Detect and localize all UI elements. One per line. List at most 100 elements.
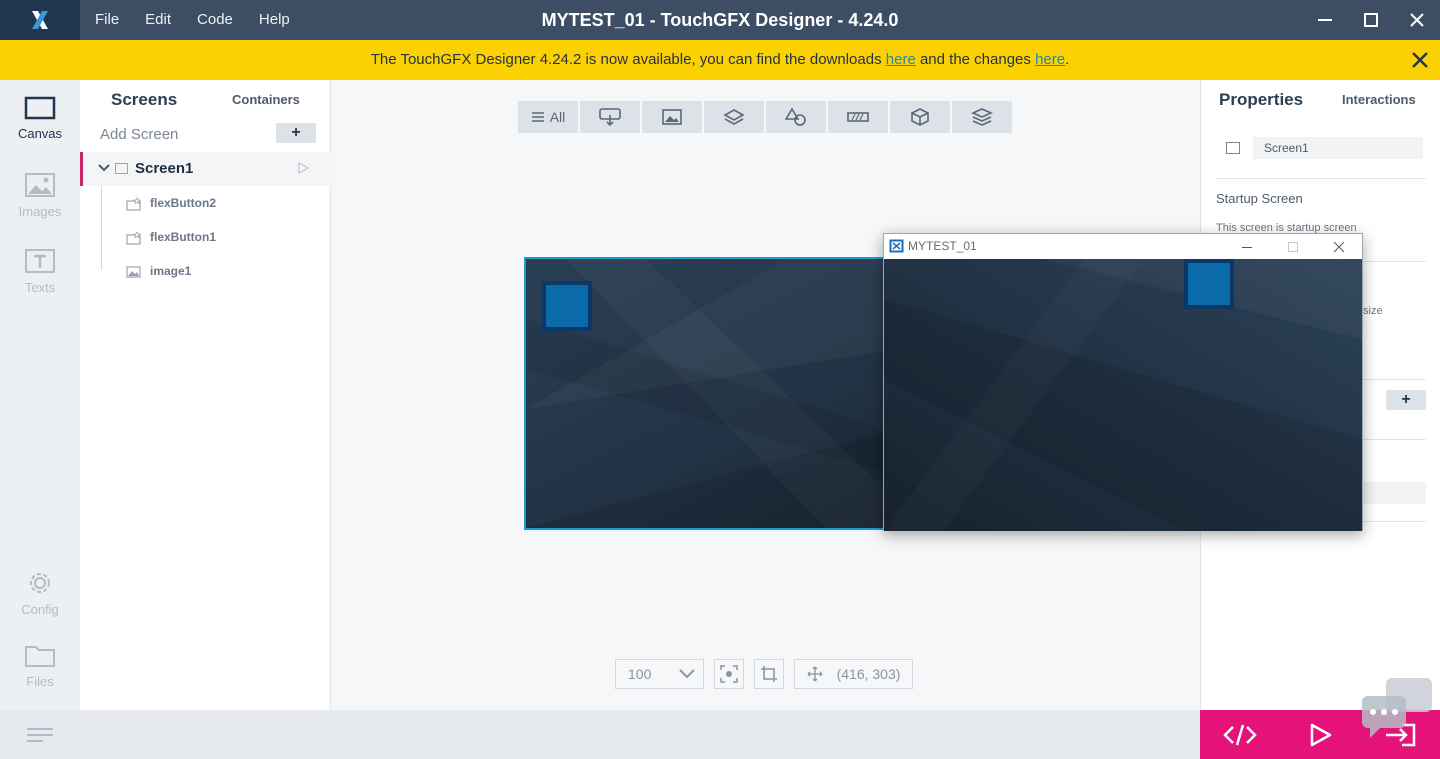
- filter-containers[interactable]: [704, 101, 764, 133]
- image-icon: [126, 266, 141, 278]
- gear-icon: [30, 573, 50, 593]
- play-icon[interactable]: [297, 162, 309, 174]
- tree-line: [101, 186, 102, 270]
- close-icon: [1410, 13, 1424, 27]
- run-simulator-button[interactable]: [1280, 710, 1360, 759]
- menu-bar: File Edit Code Help: [80, 0, 303, 40]
- close-button[interactable]: [1394, 0, 1440, 40]
- chevron-down-icon[interactable]: [98, 163, 110, 173]
- divider: [1216, 178, 1426, 179]
- screen-name-field[interactable]: Screen1: [1253, 137, 1423, 159]
- property-field[interactable]: [1361, 482, 1426, 504]
- filter-shapes[interactable]: [766, 101, 826, 133]
- layers-icon: [723, 109, 745, 125]
- screen-name: Screen1: [135, 160, 194, 177]
- menu-help[interactable]: Help: [246, 0, 303, 40]
- simulator-title-bar[interactable]: MYTEST_01: [884, 234, 1362, 259]
- action-buttons: [1200, 710, 1440, 759]
- rail-texts[interactable]: Texts: [0, 248, 80, 295]
- images-icon: [25, 173, 55, 197]
- simulator-window[interactable]: MYTEST_01: [883, 233, 1363, 531]
- play-icon: [1310, 723, 1332, 746]
- background-image: [884, 259, 1362, 531]
- filter-all-button[interactable]: All: [518, 101, 578, 133]
- add-screen-button[interactable]: +: [276, 123, 316, 143]
- changes-link[interactable]: here: [1035, 51, 1065, 68]
- touchgfx-logo-icon[interactable]: [0, 0, 80, 40]
- filter-images[interactable]: [642, 101, 702, 133]
- tab-screens[interactable]: Screens: [111, 90, 177, 110]
- simulator-app-icon: [889, 239, 904, 253]
- tree-item-label: flexButton2: [150, 196, 216, 210]
- hamburger-menu-button[interactable]: [0, 710, 80, 759]
- filter-button-widgets[interactable]: [580, 101, 640, 133]
- banner-close-icon[interactable]: [1410, 50, 1430, 70]
- crop-icon: [761, 666, 777, 682]
- banner-text-2: and the changes: [915, 51, 1036, 68]
- rail-texts-label: Texts: [24, 280, 56, 295]
- minimize-button[interactable]: [1302, 0, 1348, 40]
- maximize-icon: [1288, 241, 1298, 252]
- window-controls: [1302, 0, 1440, 40]
- screens-panel: Screens Containers Add Screen + Screen1 …: [80, 80, 331, 710]
- zoom-fit-button[interactable]: [714, 659, 744, 689]
- filter-progress[interactable]: [828, 101, 888, 133]
- cube-icon: [911, 108, 929, 126]
- add-property-button[interactable]: +: [1386, 390, 1426, 410]
- screen-row-screen1[interactable]: Screen1: [80, 152, 331, 186]
- flex-button-preview[interactable]: [542, 281, 592, 331]
- size-label: size: [1363, 305, 1383, 317]
- downloads-link[interactable]: here: [886, 51, 916, 68]
- crop-button[interactable]: [754, 659, 784, 689]
- rail-files[interactable]: Files: [0, 642, 80, 689]
- tree-item-label: flexButton1: [150, 230, 216, 244]
- rail-images-label: Images: [18, 204, 62, 219]
- maximize-icon: [1364, 13, 1378, 27]
- rail-config[interactable]: Config: [0, 568, 80, 617]
- cursor-position-value: (416, 303): [836, 666, 901, 682]
- folder-icon: [25, 646, 55, 667]
- widget-filter-bar: All: [518, 101, 1014, 133]
- rail-images[interactable]: Images: [0, 172, 80, 219]
- simulator-display[interactable]: [884, 259, 1362, 531]
- generate-code-button[interactable]: [1200, 710, 1280, 759]
- tab-interactions[interactable]: Interactions: [1342, 92, 1416, 107]
- simulator-flex-button[interactable]: [1184, 259, 1234, 309]
- progress-icon: [847, 112, 869, 122]
- simulator-flex-button-face: [1188, 263, 1230, 305]
- menu-edit[interactable]: Edit: [132, 0, 184, 40]
- rail-config-label: Config: [21, 602, 59, 617]
- screen-type-icon: [1226, 142, 1240, 154]
- simulator-minimize-button[interactable]: [1224, 234, 1270, 259]
- menu-file[interactable]: File: [80, 0, 132, 40]
- minimize-icon: [1318, 19, 1332, 21]
- menu-code[interactable]: Code: [184, 0, 246, 40]
- code-icon: [1223, 724, 1257, 745]
- focus-icon: [720, 665, 738, 683]
- flex-button-face: [546, 285, 588, 327]
- rail-canvas[interactable]: Canvas: [0, 96, 80, 141]
- filter-3d[interactable]: [890, 101, 950, 133]
- canvas-icon: [24, 96, 56, 120]
- simulator-close-button[interactable]: [1316, 234, 1362, 259]
- simulator-maximize-button[interactable]: [1270, 234, 1316, 259]
- shapes-icon: [785, 107, 806, 126]
- list-icon: [531, 112, 544, 122]
- tab-properties[interactable]: Properties: [1219, 90, 1303, 110]
- button-icon: [126, 197, 141, 211]
- zoom-toolbar: 100 (416, 303): [615, 659, 923, 689]
- touch-button-icon: [599, 108, 621, 127]
- filter-stack[interactable]: [952, 101, 1012, 133]
- close-icon: [1333, 241, 1345, 252]
- chevron-down-icon: [679, 669, 695, 679]
- screen-icon: [115, 163, 128, 174]
- filter-all-label: All: [549, 109, 566, 125]
- tab-containers[interactable]: Containers: [232, 92, 300, 107]
- image-icon: [662, 109, 682, 125]
- tree-item-label: image1: [150, 264, 192, 278]
- move-icon: [807, 666, 823, 682]
- run-target-button[interactable]: [1360, 710, 1440, 759]
- minimize-icon: [1242, 246, 1252, 248]
- zoom-select[interactable]: 100: [615, 659, 704, 689]
- maximize-button[interactable]: [1348, 0, 1394, 40]
